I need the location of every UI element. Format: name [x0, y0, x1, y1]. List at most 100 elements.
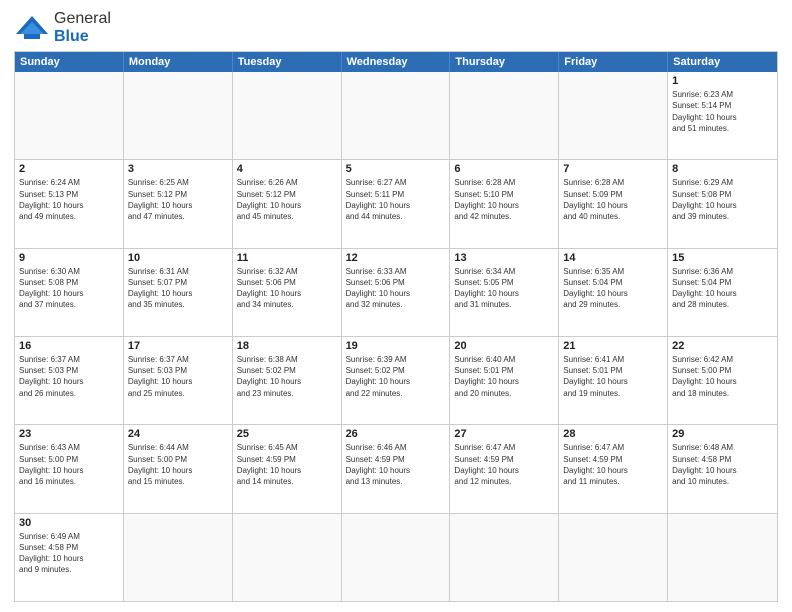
day-info: Sunrise: 6:28 AM Sunset: 5:10 PM Dayligh… — [454, 177, 554, 222]
day-info: Sunrise: 6:37 AM Sunset: 5:03 PM Dayligh… — [128, 354, 228, 399]
day-info: Sunrise: 6:34 AM Sunset: 5:05 PM Dayligh… — [454, 266, 554, 311]
day-info: Sunrise: 6:31 AM Sunset: 5:07 PM Dayligh… — [128, 266, 228, 311]
calendar-cell: 12 Sunrise: 6:33 AM Sunset: 5:06 PM Dayli… — [342, 249, 451, 336]
calendar-cell: 26Sunrise: 6:46 AM Sunset: 4:59 PM Dayli… — [342, 425, 451, 512]
day-number: 20 — [454, 340, 554, 352]
day-info: Sunrise: 6:44 AM Sunset: 5:00 PM Dayligh… — [128, 442, 228, 487]
calendar-cell — [559, 72, 668, 159]
day-info: Sunrise: 6:41 AM Sunset: 5:01 PM Dayligh… — [563, 354, 663, 399]
day-info: Sunrise: 6:25 AM Sunset: 5:12 PM Dayligh… — [128, 177, 228, 222]
calendar-cell: 29 Sunrise: 6:48 AM Sunset: 4:58 PM Dayli… — [668, 425, 777, 512]
day-info: Sunrise: 6:46 AM Sunset: 4:59 PM Dayligh… — [346, 442, 446, 487]
calendar-row: 30Sunrise: 6:49 AM Sunset: 4:58 PM Dayli… — [15, 514, 777, 601]
calendar-cell: 16 Sunrise: 6:37 AM Sunset: 5:03 PM Dayli… — [15, 337, 124, 424]
day-info: Sunrise: 6:26 AM Sunset: 5:12 PM Dayligh… — [237, 177, 337, 222]
calendar-cell: 22 Sunrise: 6:42 AM Sunset: 5:00 PM Dayli… — [668, 337, 777, 424]
calendar-cell — [342, 514, 451, 601]
day-info: Sunrise: 6:37 AM Sunset: 5:03 PM Dayligh… — [19, 354, 119, 399]
day-number: 24 — [128, 428, 228, 440]
day-number: 23 — [19, 428, 119, 440]
calendar-row: 9 Sunrise: 6:30 AM Sunset: 5:08 PM Daylig… — [15, 249, 777, 337]
calendar-cell: 6Sunrise: 6:28 AM Sunset: 5:10 PM Daylig… — [450, 160, 559, 247]
calendar-cell: 11 Sunrise: 6:32 AM Sunset: 5:06 PM Dayli… — [233, 249, 342, 336]
day-number: 3 — [128, 163, 228, 175]
calendar-cell — [668, 514, 777, 601]
calendar-row: 23 Sunrise: 6:43 AM Sunset: 5:00 PM Dayli… — [15, 425, 777, 513]
calendar-body: 1Sunrise: 6:23 AM Sunset: 5:14 PM Daylig… — [15, 72, 777, 601]
day-info: Sunrise: 6:35 AM Sunset: 5:04 PM Dayligh… — [563, 266, 663, 311]
weekday-header: Monday — [124, 52, 233, 72]
day-info: Sunrise: 6:28 AM Sunset: 5:09 PM Dayligh… — [563, 177, 663, 222]
day-number: 4 — [237, 163, 337, 175]
day-info: Sunrise: 6:43 AM Sunset: 5:00 PM Dayligh… — [19, 442, 119, 487]
day-number: 19 — [346, 340, 446, 352]
day-info: Sunrise: 6:47 AM Sunset: 4:59 PM Dayligh… — [454, 442, 554, 487]
day-number: 29 — [672, 428, 773, 440]
day-number: 8 — [672, 163, 773, 175]
calendar-cell: 7Sunrise: 6:28 AM Sunset: 5:09 PM Daylig… — [559, 160, 668, 247]
calendar-cell — [450, 72, 559, 159]
day-info: Sunrise: 6:24 AM Sunset: 5:13 PM Dayligh… — [19, 177, 119, 222]
day-number: 12 — [346, 252, 446, 264]
day-info: Sunrise: 6:30 AM Sunset: 5:08 PM Dayligh… — [19, 266, 119, 311]
weekday-header: Saturday — [668, 52, 777, 72]
day-number: 21 — [563, 340, 663, 352]
calendar-cell: 27 Sunrise: 6:47 AM Sunset: 4:59 PM Dayli… — [450, 425, 559, 512]
calendar-cell — [342, 72, 451, 159]
calendar-header: SundayMondayTuesdayWednesdayThursdayFrid… — [15, 52, 777, 72]
calendar-cell — [559, 514, 668, 601]
day-info: Sunrise: 6:49 AM Sunset: 4:58 PM Dayligh… — [19, 531, 119, 576]
calendar-cell: 10 Sunrise: 6:31 AM Sunset: 5:07 PM Dayli… — [124, 249, 233, 336]
day-number: 16 — [19, 340, 119, 352]
calendar-row: 2 Sunrise: 6:24 AM Sunset: 5:13 PM Daylig… — [15, 160, 777, 248]
day-info: Sunrise: 6:27 AM Sunset: 5:11 PM Dayligh… — [346, 177, 446, 222]
calendar-cell: 30Sunrise: 6:49 AM Sunset: 4:58 PM Dayli… — [15, 514, 124, 601]
day-number: 18 — [237, 340, 337, 352]
day-number: 10 — [128, 252, 228, 264]
day-number: 27 — [454, 428, 554, 440]
day-number: 22 — [672, 340, 773, 352]
calendar: SundayMondayTuesdayWednesdayThursdayFrid… — [14, 51, 778, 602]
calendar-cell — [233, 72, 342, 159]
calendar-cell: 13Sunrise: 6:34 AM Sunset: 5:05 PM Dayli… — [450, 249, 559, 336]
calendar-cell: 24 Sunrise: 6:44 AM Sunset: 5:00 PM Dayli… — [124, 425, 233, 512]
day-number: 25 — [237, 428, 337, 440]
calendar-cell: 5Sunrise: 6:27 AM Sunset: 5:11 PM Daylig… — [342, 160, 451, 247]
day-number: 28 — [563, 428, 663, 440]
calendar-cell — [124, 72, 233, 159]
day-number: 11 — [237, 252, 337, 264]
calendar-cell — [124, 514, 233, 601]
day-info: Sunrise: 6:36 AM Sunset: 5:04 PM Dayligh… — [672, 266, 773, 311]
calendar-cell: 9 Sunrise: 6:30 AM Sunset: 5:08 PM Daylig… — [15, 249, 124, 336]
weekday-header: Tuesday — [233, 52, 342, 72]
calendar-page: General Blue SundayMondayTuesdayWednesda… — [0, 0, 792, 612]
weekday-header: Wednesday — [342, 52, 451, 72]
day-info: Sunrise: 6:45 AM Sunset: 4:59 PM Dayligh… — [237, 442, 337, 487]
day-number: 2 — [19, 163, 119, 175]
day-info: Sunrise: 6:40 AM Sunset: 5:01 PM Dayligh… — [454, 354, 554, 399]
weekday-header: Friday — [559, 52, 668, 72]
calendar-cell: 28Sunrise: 6:47 AM Sunset: 4:59 PM Dayli… — [559, 425, 668, 512]
calendar-cell — [233, 514, 342, 601]
calendar-cell: 14 Sunrise: 6:35 AM Sunset: 5:04 PM Dayli… — [559, 249, 668, 336]
calendar-row: 16 Sunrise: 6:37 AM Sunset: 5:03 PM Dayli… — [15, 337, 777, 425]
calendar-cell: 4 Sunrise: 6:26 AM Sunset: 5:12 PM Daylig… — [233, 160, 342, 247]
day-number: 14 — [563, 252, 663, 264]
logo-text: General Blue — [54, 10, 111, 45]
day-number: 17 — [128, 340, 228, 352]
day-info: Sunrise: 6:39 AM Sunset: 5:02 PM Dayligh… — [346, 354, 446, 399]
day-info: Sunrise: 6:42 AM Sunset: 5:00 PM Dayligh… — [672, 354, 773, 399]
day-number: 9 — [19, 252, 119, 264]
day-info: Sunrise: 6:29 AM Sunset: 5:08 PM Dayligh… — [672, 177, 773, 222]
weekday-header: Sunday — [15, 52, 124, 72]
day-info: Sunrise: 6:33 AM Sunset: 5:06 PM Dayligh… — [346, 266, 446, 311]
calendar-cell — [15, 72, 124, 159]
calendar-cell: 1Sunrise: 6:23 AM Sunset: 5:14 PM Daylig… — [668, 72, 777, 159]
calendar-cell: 17 Sunrise: 6:37 AM Sunset: 5:03 PM Dayli… — [124, 337, 233, 424]
calendar-cell: 3 Sunrise: 6:25 AM Sunset: 5:12 PM Daylig… — [124, 160, 233, 247]
calendar-cell: 23 Sunrise: 6:43 AM Sunset: 5:00 PM Dayli… — [15, 425, 124, 512]
calendar-cell: 21 Sunrise: 6:41 AM Sunset: 5:01 PM Dayli… — [559, 337, 668, 424]
day-info: Sunrise: 6:32 AM Sunset: 5:06 PM Dayligh… — [237, 266, 337, 311]
day-info: Sunrise: 6:48 AM Sunset: 4:58 PM Dayligh… — [672, 442, 773, 487]
calendar-cell: 15Sunrise: 6:36 AM Sunset: 5:04 PM Dayli… — [668, 249, 777, 336]
